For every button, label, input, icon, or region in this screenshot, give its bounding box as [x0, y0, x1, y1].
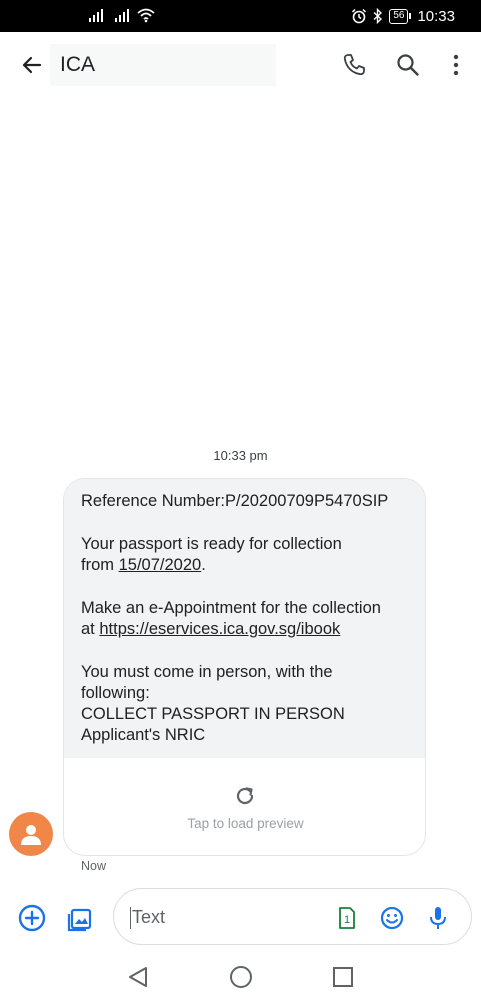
alarm-icon [352, 8, 367, 24]
back-arrow-icon[interactable] [18, 51, 46, 79]
battery-indicator: 56 [389, 8, 412, 24]
wifi-icon [137, 8, 155, 23]
battery-level: 56 [389, 8, 409, 24]
emoji-icon[interactable] [378, 904, 406, 932]
preview-label: Tap to load preview [187, 816, 304, 831]
collection-date-link[interactable]: 15/07/2020 [119, 556, 202, 574]
more-options-icon[interactable] [442, 51, 470, 79]
following-line: following: [81, 684, 150, 702]
status-bar: 56 10:33 [0, 0, 481, 32]
message-body: Reference Number:P/20200709P5470SIP Your… [64, 479, 425, 758]
person-icon [21, 825, 41, 845]
appointment-link[interactable]: https://eservices.ica.gov.sg/ibook [99, 620, 340, 638]
app-bar: ICA [0, 32, 481, 98]
in-person-line: You must come in person, with the [81, 663, 333, 681]
clock: 10:33 [417, 7, 455, 25]
system-nav-bar [0, 952, 481, 1000]
sent-status: Now [81, 859, 107, 873]
microphone-icon[interactable] [424, 904, 452, 932]
contact-avatar[interactable] [9, 812, 53, 856]
search-icon[interactable] [394, 51, 422, 79]
signal-icon-2 [115, 9, 129, 22]
message-composer[interactable]: Text 1 [113, 888, 472, 945]
sim-number: 1 [344, 914, 350, 926]
ready-line: Your passport is ready for collection [81, 535, 342, 553]
bluetooth-icon [373, 8, 383, 24]
phone-icon[interactable] [340, 51, 368, 79]
reference-line: Reference Number:P/20200709P5470SIP [81, 492, 389, 510]
message-input[interactable]: Text [132, 907, 165, 928]
nav-recents-icon[interactable] [330, 964, 356, 990]
ready-date-line: from 15/07/2020. [81, 556, 206, 574]
gallery-icon[interactable] [64, 902, 96, 934]
text-caret [130, 907, 131, 929]
nav-home-icon[interactable] [228, 964, 254, 990]
conversation-title[interactable]: ICA [60, 53, 95, 77]
signal-icon [89, 9, 103, 22]
appointment-line: Make an e-Appointment for the collection [81, 599, 381, 617]
requirement-line-1: COLLECT PASSPORT IN PERSON [81, 705, 345, 723]
sim-card-icon[interactable]: 1 [332, 904, 360, 932]
message-bubble[interactable]: Reference Number:P/20200709P5470SIP Your… [63, 478, 426, 856]
add-icon[interactable] [16, 902, 48, 934]
link-preview[interactable]: Tap to load preview [64, 758, 425, 855]
message-timestamp: 10:33 pm [213, 448, 268, 463]
refresh-icon[interactable] [233, 784, 257, 808]
appointment-link-line: at https://eservices.ica.gov.sg/ibook [81, 620, 341, 638]
nav-back-icon[interactable] [126, 964, 152, 990]
requirement-line-2: Applicant's NRIC [81, 726, 206, 744]
